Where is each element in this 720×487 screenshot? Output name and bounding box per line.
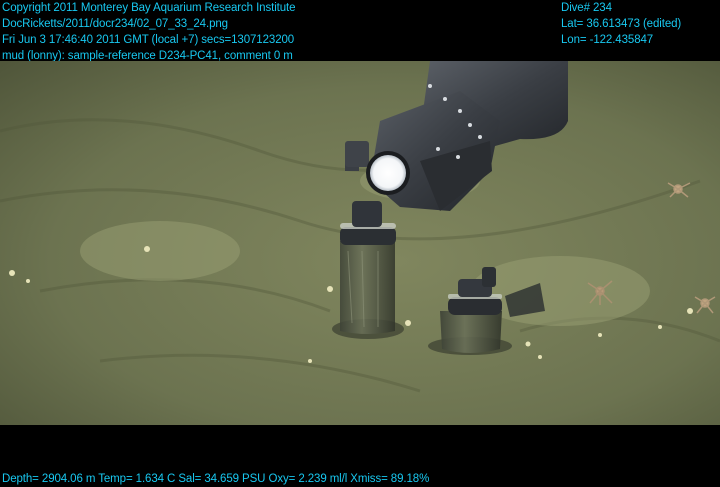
timestamp-text: Fri Jun 3 17:46:40 2011 GMT (local +7) s…: [2, 34, 295, 46]
latitude-text: Lat= 36.613473 (edited): [561, 18, 682, 30]
copyright-text: Copyright 2011 Monterey Bay Aquarium Res…: [2, 2, 296, 14]
telemetry-footer: Depth= 2904.06 m Temp= 1.634 C Sal= 34.6…: [2, 473, 430, 485]
longitude-text: Lon= -122.435847: [561, 34, 654, 46]
arm-light-icon: [370, 155, 406, 191]
seafloor-video-frame: [0, 61, 720, 425]
header-left-block: Copyright 2011 Monterey Bay Aquarium Res…: [2, 0, 296, 64]
dive-number-text: Dive# 234: [561, 2, 612, 14]
header-right-block: Dive# 234 Lat= 36.613473 (edited) Lon= -…: [561, 0, 681, 48]
file-path-text: DocRicketts/2011/docr234/02_07_33_24.png: [2, 18, 228, 30]
